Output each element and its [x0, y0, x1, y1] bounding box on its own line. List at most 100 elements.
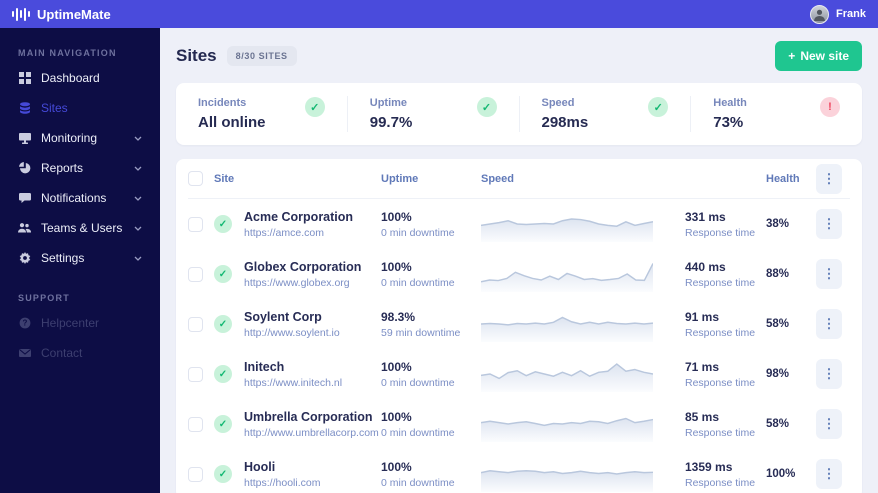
status-ok-icon: ✓: [214, 465, 232, 483]
chevron-down-icon: [134, 136, 142, 141]
row-checkbox[interactable]: [188, 416, 203, 432]
stats-summary-card: Incidents All online ✓ Uptime 99.7% ✓ Sp…: [176, 83, 862, 145]
row-checkbox[interactable]: [188, 316, 203, 332]
response-time-value: 71 ms: [685, 359, 720, 374]
table-menu-button[interactable]: ⋮: [816, 163, 842, 194]
help-icon: ?: [18, 317, 31, 329]
check-circle-icon: ✓: [304, 97, 325, 117]
svg-text:?: ?: [22, 319, 27, 328]
site-name: Hooli: [244, 459, 276, 474]
chevron-down-icon: [134, 196, 142, 201]
downtime-value: 59 min downtime: [381, 326, 461, 339]
table-row[interactable]: ✓ Hooli https://hooli.com 100% 0 min dow…: [188, 449, 850, 493]
monitoring-icon: [18, 132, 31, 144]
column-header-speed: Speed: [481, 172, 515, 185]
health-value: 100%: [766, 468, 796, 480]
stat-incidents: Incidents All online ✓: [176, 96, 348, 132]
sidebar: MAIN NAVIGATION Dashboard Sites Monitori…: [0, 28, 160, 493]
support-navigation: ? Helpcenter Contact: [0, 308, 160, 368]
table-row[interactable]: ✓ Acme Corporation https://amce.com 100%…: [188, 199, 850, 249]
sidebar-item-notifications[interactable]: Notifications: [0, 183, 160, 213]
downtime-value: 0 min downtime: [381, 426, 455, 439]
reports-icon: [18, 162, 31, 174]
dots-icon: ⋮: [822, 266, 836, 281]
site-url: https://hooli.com: [244, 476, 321, 489]
dots-icon: ⋮: [822, 216, 836, 231]
row-menu-button[interactable]: ⋮: [816, 259, 842, 289]
site-url: https://amce.com: [244, 226, 324, 239]
user-menu[interactable]: Frank: [810, 4, 866, 24]
health-value: 88%: [766, 268, 790, 280]
sidebar-item-monitoring[interactable]: Monitoring: [0, 123, 160, 153]
dots-icon: ⋮: [822, 170, 836, 186]
dashboard-icon: [18, 72, 31, 84]
table-header-row: Site Uptime Speed Health ⋮: [188, 159, 850, 199]
sidebar-item-sites[interactable]: Sites: [0, 93, 160, 123]
response-time-sparkline: [481, 469, 653, 492]
row-menu-button[interactable]: ⋮: [816, 409, 842, 439]
row-menu-button[interactable]: ⋮: [816, 459, 842, 489]
response-time-label: Response time: [685, 426, 756, 439]
row-checkbox[interactable]: [188, 266, 203, 282]
check-circle-icon: ✓: [648, 97, 669, 117]
page-title: Sites: [176, 46, 217, 65]
avatar: [810, 4, 830, 24]
response-time-label: Response time: [685, 326, 756, 339]
sidebar-item-settings[interactable]: Settings: [0, 243, 160, 273]
row-checkbox[interactable]: [188, 366, 203, 382]
sidebar-item-reports[interactable]: Reports: [0, 153, 160, 183]
response-time-sparkline: [481, 417, 653, 442]
response-time-label: Response time: [685, 376, 756, 389]
dots-icon: ⋮: [822, 366, 836, 381]
site-url: https://www.initech.nl: [244, 376, 343, 389]
uptime-value: 100%: [381, 209, 412, 224]
response-time-sparkline: [481, 218, 653, 242]
site-url: http://www.umbrellacorp.com: [244, 426, 379, 439]
stat-health: Health 73% !: [691, 96, 862, 132]
row-menu-button[interactable]: ⋮: [816, 209, 842, 239]
response-time-value: 331 ms: [685, 209, 726, 224]
table-row[interactable]: ✓ Umbrella Corporation http://www.umbrel…: [188, 399, 850, 449]
uptime-value: 98.3%: [381, 309, 416, 324]
check-circle-icon: ✓: [476, 97, 497, 117]
status-ok-icon: ✓: [214, 365, 232, 383]
sidebar-section-main: MAIN NAVIGATION: [18, 48, 117, 58]
response-time-value: 85 ms: [685, 409, 720, 424]
mail-icon: [18, 347, 31, 359]
downtime-value: 0 min downtime: [381, 226, 455, 239]
status-ok-icon: ✓: [214, 315, 232, 333]
table-row[interactable]: ✓ Soylent Corp http://www.soylent.io 98.…: [188, 299, 850, 349]
response-time-label: Response time: [685, 276, 756, 289]
response-time-value: 440 ms: [685, 259, 726, 274]
response-time-value: 91 ms: [685, 309, 720, 324]
top-bar: UptimeMate Frank: [0, 0, 878, 28]
row-menu-button[interactable]: ⋮: [816, 309, 842, 339]
dots-icon: ⋮: [822, 416, 836, 431]
table-row[interactable]: ✓ Initech https://www.initech.nl 100% 0 …: [188, 349, 850, 399]
site-url: https://www.globex.org: [244, 276, 350, 289]
chevron-down-icon: [134, 226, 142, 231]
user-name: Frank: [836, 8, 866, 20]
chevron-down-icon: [134, 256, 142, 261]
uptime-value: 100%: [381, 409, 412, 424]
main-content: Sites 8/30 SITES + New site Incidents Al…: [160, 28, 878, 493]
sidebar-item-contact[interactable]: Contact: [0, 338, 160, 368]
notifications-icon: [18, 192, 31, 204]
downtime-value: 0 min downtime: [381, 476, 455, 489]
row-menu-button[interactable]: ⋮: [816, 359, 842, 389]
sidebar-item-helpcenter[interactable]: ? Helpcenter: [0, 308, 160, 338]
dots-icon: ⋮: [822, 316, 836, 331]
response-time-sparkline: [481, 363, 653, 392]
column-header-site: Site: [214, 172, 235, 185]
site-name: Initech: [244, 359, 285, 374]
downtime-value: 0 min downtime: [381, 376, 455, 389]
sidebar-item-teams-users[interactable]: Teams & Users: [0, 213, 160, 243]
sidebar-item-dashboard[interactable]: Dashboard: [0, 63, 160, 93]
health-value: 58%: [766, 418, 790, 430]
new-site-button[interactable]: + New site: [775, 41, 862, 71]
main-navigation: Dashboard Sites Monitoring Reports Notif…: [0, 63, 160, 273]
row-checkbox[interactable]: [188, 216, 203, 232]
row-checkbox[interactable]: [188, 466, 203, 482]
select-all-checkbox[interactable]: [188, 171, 203, 186]
table-row[interactable]: ✓ Globex Corporation https://www.globex.…: [188, 249, 850, 299]
